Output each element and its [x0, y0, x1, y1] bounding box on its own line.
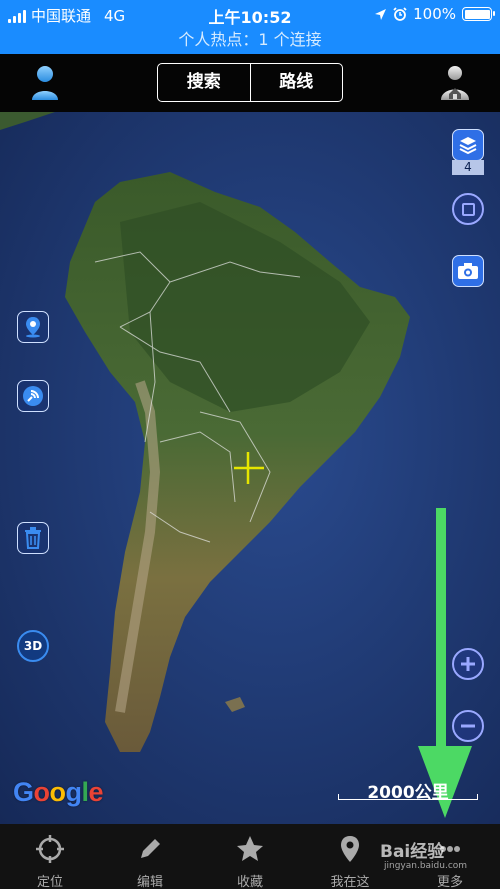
tab-label: 我在这	[330, 875, 370, 889]
tab-edit[interactable]: 编辑	[100, 824, 200, 889]
home-user-icon[interactable]	[438, 64, 472, 102]
alarm-icon	[393, 7, 407, 21]
tab-label: 定位	[36, 875, 63, 889]
camera-icon[interactable]	[452, 255, 484, 287]
search-route-toggle: 搜索 路线	[157, 63, 343, 102]
3d-icon[interactable]: 3D	[17, 630, 49, 662]
satellite-icon[interactable]	[17, 380, 49, 412]
hotspot-banner[interactable]: 个人热点：1 个连接	[0, 28, 500, 54]
pin-icon	[341, 836, 359, 862]
route-button[interactable]: 路线	[249, 64, 343, 101]
pencil-icon	[141, 839, 160, 858]
signal-icon	[8, 9, 26, 23]
network-label: 4G	[104, 6, 126, 25]
nav-bar: 搜索 路线	[0, 54, 500, 112]
battery-percent: 100%	[413, 5, 456, 23]
map-view[interactable]: 4 3D Google 2000公里	[0, 112, 500, 824]
square-icon[interactable]	[452, 193, 484, 225]
star-icon	[237, 836, 263, 861]
google-logo: Google	[13, 777, 104, 807]
tab-label: 更多	[436, 875, 463, 889]
tab-label: 收藏	[236, 875, 263, 889]
watermark-url: jingyan.baidu.com	[384, 861, 468, 871]
tab-label: 编辑	[136, 875, 163, 889]
watermark-logo: Bai经验	[380, 842, 445, 862]
user-icon[interactable]	[28, 64, 62, 102]
location-arrow-icon	[375, 8, 387, 20]
layers-icon[interactable]	[452, 129, 484, 161]
tab-favorites[interactable]: 收藏	[200, 824, 300, 889]
tab-locate[interactable]: 定位	[0, 824, 100, 889]
layer-count-badge: 4	[452, 160, 484, 175]
crosshair-icon	[36, 835, 64, 863]
status-bar: 中国联通 4G 上午10:52 100%	[0, 0, 500, 28]
trash-icon[interactable]	[17, 522, 49, 554]
map-scale: 2000公里	[338, 778, 478, 804]
search-button[interactable]: 搜索	[158, 64, 250, 101]
annotation-arrow	[418, 508, 472, 818]
carrier-label: 中国联通	[31, 7, 92, 25]
battery-icon	[462, 7, 495, 21]
location-pin-icon[interactable]	[17, 311, 49, 343]
